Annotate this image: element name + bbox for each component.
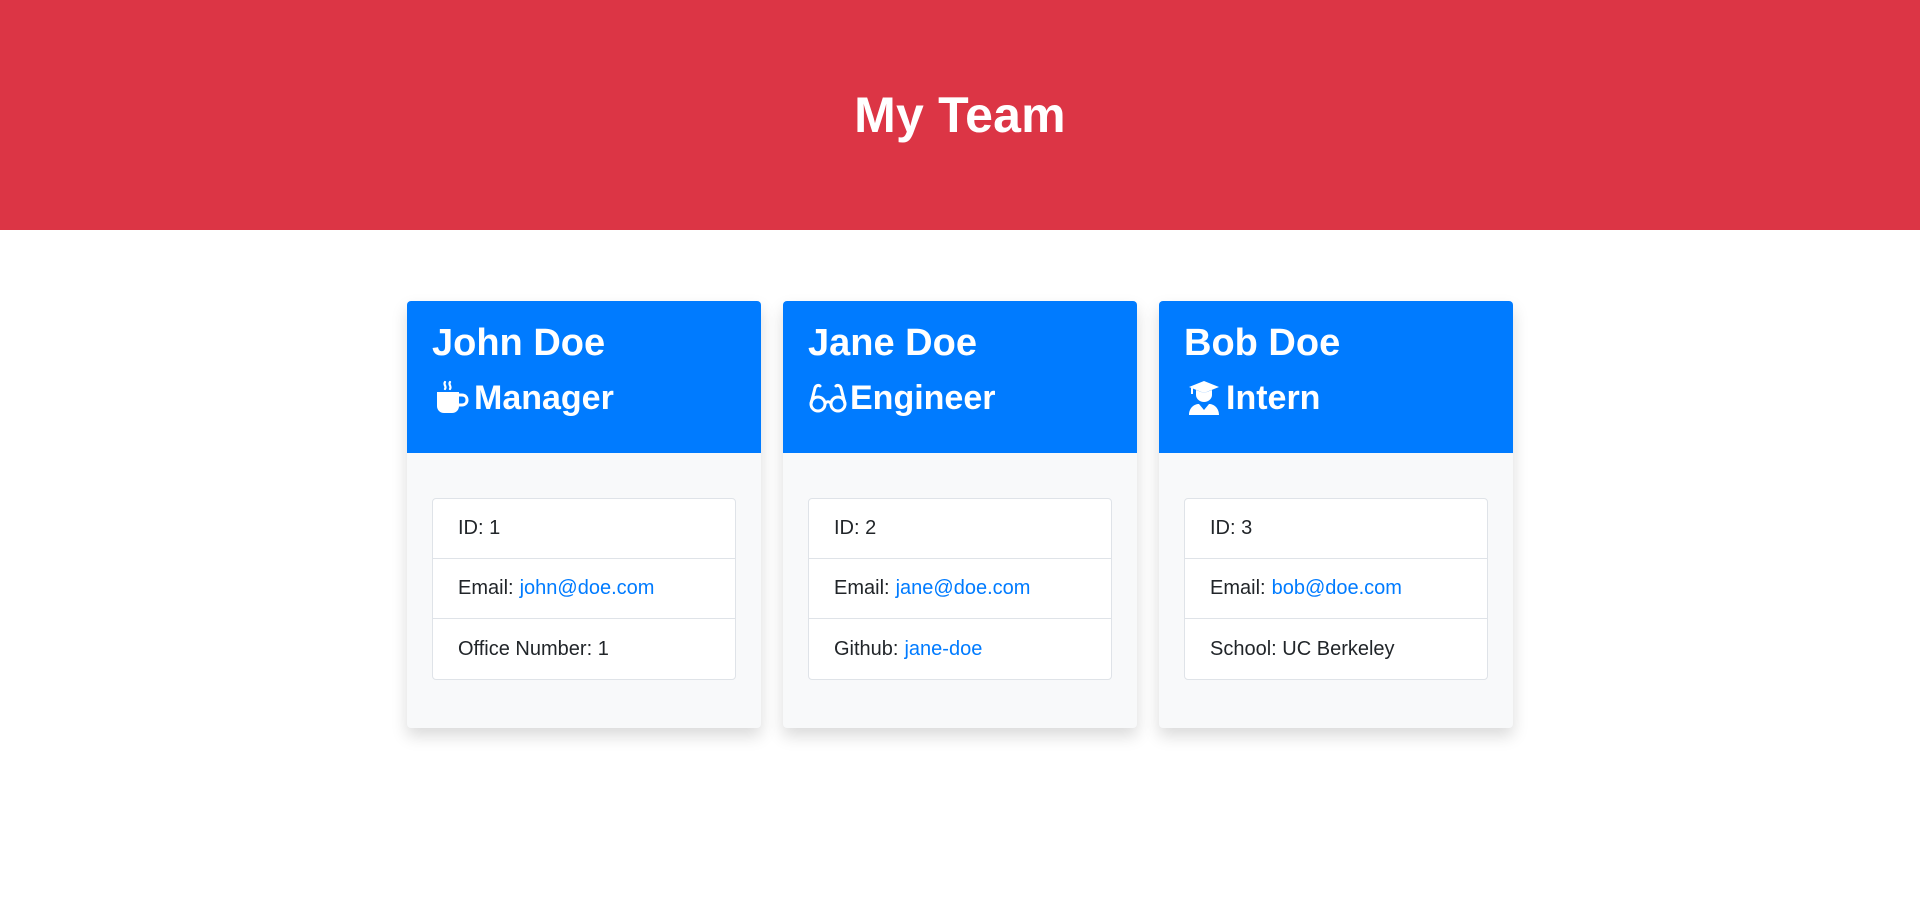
- employee-role: Engineer: [808, 377, 1112, 419]
- card-body: ID: 2 Email: jane@doe.com Github: jane-d…: [783, 453, 1137, 680]
- page-header: My Team: [0, 0, 1920, 230]
- office-number-value: 1: [597, 637, 609, 660]
- employee-details-list: ID: 2 Email: jane@doe.com Github: jane-d…: [808, 498, 1112, 680]
- email-link[interactable]: john@doe.com: [520, 577, 655, 600]
- id-value: 1: [489, 517, 501, 539]
- employee-name: John Doe: [432, 322, 606, 364]
- card-body: ID: 1 Email: john@doe.com Office Number:…: [407, 453, 761, 680]
- card-header: Jane Doe Engineer: [783, 301, 1137, 453]
- id-label: ID:: [834, 517, 860, 539]
- email-label: Email:: [458, 577, 514, 599]
- card-header: John Doe Manager: [407, 301, 761, 453]
- id-label: ID:: [1210, 517, 1236, 539]
- id-label: ID:: [458, 517, 484, 539]
- list-item-github: Github: jane-doe: [809, 619, 1111, 679]
- github-link[interactable]: jane-doe: [904, 638, 982, 661]
- employee-card-manager: John Doe Manager ID: 1 Email: john@doe.c…: [407, 301, 761, 728]
- employee-card-intern: Bob Doe Intern ID: 3 Email: bob@doe.com …: [1159, 301, 1513, 728]
- list-item-id: ID: 2: [809, 499, 1111, 559]
- employee-details-list: ID: 1 Email: john@doe.com Office Number:…: [432, 498, 736, 680]
- coffee-mug-icon: [432, 378, 472, 418]
- glasses-icon: [808, 378, 848, 418]
- employee-role: Intern: [1184, 377, 1488, 419]
- list-item-school: School: UC Berkeley: [1185, 619, 1487, 679]
- school-value: UC Berkeley: [1282, 637, 1395, 660]
- employee-name: Jane Doe: [808, 322, 977, 364]
- employee-card-engineer: Jane Doe Engineer ID: 2 Email: jane@doe.…: [783, 301, 1137, 728]
- card-body: ID: 3 Email: bob@doe.com School: UC Berk…: [1159, 453, 1513, 680]
- role-label: Engineer: [850, 379, 996, 417]
- employee-name: Bob Doe: [1184, 322, 1341, 364]
- list-item-email: Email: jane@doe.com: [809, 559, 1111, 619]
- list-item-email: Email: bob@doe.com: [1185, 559, 1487, 619]
- email-label: Email:: [834, 577, 890, 599]
- role-label: Manager: [474, 379, 614, 417]
- list-item-email: Email: john@doe.com: [433, 559, 735, 619]
- card-header: Bob Doe Intern: [1159, 301, 1513, 453]
- graduate-icon: [1184, 378, 1224, 418]
- id-value: 2: [865, 517, 877, 539]
- employee-details-list: ID: 3 Email: bob@doe.com School: UC Berk…: [1184, 498, 1488, 680]
- email-link[interactable]: jane@doe.com: [896, 577, 1031, 600]
- team-cards: John Doe Manager ID: 1 Email: john@doe.c…: [407, 301, 1513, 728]
- list-item-id: ID: 1: [433, 499, 735, 559]
- email-link[interactable]: bob@doe.com: [1272, 577, 1402, 600]
- employee-role: Manager: [432, 377, 736, 419]
- email-label: Email:: [1210, 577, 1266, 599]
- page-title: My Team: [854, 87, 1066, 143]
- list-item-office-number: Office Number: 1: [433, 619, 735, 679]
- role-label: Intern: [1226, 379, 1321, 417]
- github-label: Github:: [834, 637, 899, 660]
- id-value: 3: [1241, 517, 1253, 539]
- list-item-id: ID: 3: [1185, 499, 1487, 559]
- school-label: School:: [1210, 637, 1277, 660]
- office-number-label: Office Number:: [458, 637, 593, 660]
